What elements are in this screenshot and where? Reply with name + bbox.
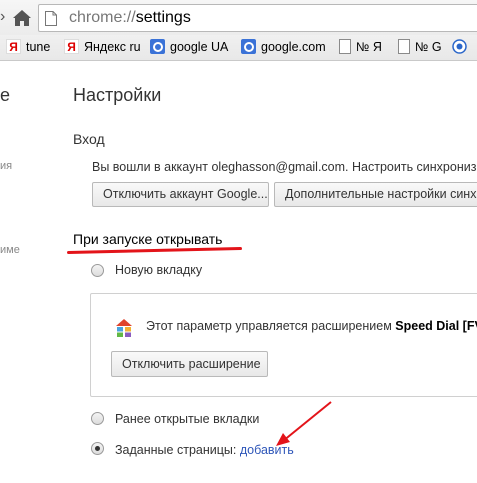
bookmark-google-com[interactable]: google.com: [241, 39, 326, 55]
extension-name: Speed Dial [FVD]: [395, 319, 477, 333]
extension-control-box: Этот параметр управляется расширением Sp…: [90, 293, 477, 397]
url-path: settings: [135, 9, 191, 26]
speed-dial-extension-icon: [116, 319, 132, 337]
red-arrow-annotation: [276, 401, 332, 446]
yandex-icon: Я: [6, 39, 21, 54]
settings-sidebar: e ия име: [0, 61, 20, 483]
radio-label-continue: Ранее открытые вкладки: [115, 412, 260, 426]
globe-icon: [452, 39, 467, 54]
sidebar-item-fragment[interactable]: име: [0, 244, 20, 256]
red-underline-annotation: [66, 247, 243, 254]
signin-status-text: Вы вошли в аккаунт oleghasson@gmail.com.…: [92, 160, 477, 174]
signin-heading: Вход: [73, 131, 105, 147]
bookmark-no-g[interactable]: № G: [398, 39, 442, 55]
yandex-icon: Я: [64, 39, 79, 54]
page-icon: [339, 39, 351, 54]
radio-continue[interactable]: [91, 412, 104, 425]
extension-control-message: Этот параметр управляется расширением Sp…: [146, 319, 477, 333]
bookmarks-bar: Яtune Я Яндекс ru google UA google.com № …: [0, 35, 477, 61]
startup-heading: При запуске открывать: [73, 231, 223, 247]
advanced-sync-settings-button[interactable]: Дополнительные настройки синхро: [274, 182, 477, 207]
browser-toolbar: › chrome://settings: [0, 0, 477, 35]
bookmark-tune[interactable]: Яtune: [6, 39, 50, 55]
page-title: Настройки: [73, 85, 162, 105]
google-icon: [150, 39, 165, 54]
extension-message-text: Этот параметр управляется расширением: [146, 319, 392, 333]
specific-pages-label: Заданные страницы:: [115, 443, 237, 457]
url-text: chrome://settings: [69, 9, 191, 27]
bookmark-label: № G: [415, 40, 442, 54]
forward-arrow-icon[interactable]: ›: [0, 9, 8, 25]
url-scheme: chrome://: [69, 9, 136, 26]
disconnect-account-button[interactable]: Отключить аккаунт Google...: [92, 182, 269, 207]
radio-new-tab[interactable]: [91, 264, 104, 277]
disable-extension-button[interactable]: Отключить расширение: [111, 351, 268, 377]
home-icon[interactable]: [12, 9, 32, 27]
bookmark-label: № Я: [356, 40, 382, 54]
page-icon: [398, 39, 410, 54]
page-icon: [45, 11, 57, 26]
bookmark-label: google.com: [261, 40, 326, 54]
sidebar-title-fragment: e: [0, 85, 11, 105]
bookmark-label: google UA: [170, 40, 229, 54]
bookmark-no-ya[interactable]: № Я: [339, 39, 382, 55]
google-icon: [241, 39, 256, 54]
address-bar[interactable]: chrome://settings: [38, 4, 477, 32]
bookmark-globe[interactable]: [452, 39, 472, 55]
sidebar-item-fragment[interactable]: ия: [0, 160, 12, 172]
radio-specific-pages[interactable]: [91, 442, 104, 455]
bookmark-label: tune: [26, 40, 51, 54]
settings-main: Настройки Вход Вы вошли в аккаунт olegha…: [66, 61, 477, 483]
bookmark-label: Яндекс ru: [84, 40, 141, 54]
radio-label-new-tab: Новую вкладку: [115, 263, 203, 277]
bookmark-yandex-ru[interactable]: Я Яндекс ru: [64, 39, 141, 55]
bookmark-google-ua[interactable]: google UA: [150, 39, 228, 55]
radio-label-specific-pages: Заданные страницы: добавить: [115, 443, 294, 457]
